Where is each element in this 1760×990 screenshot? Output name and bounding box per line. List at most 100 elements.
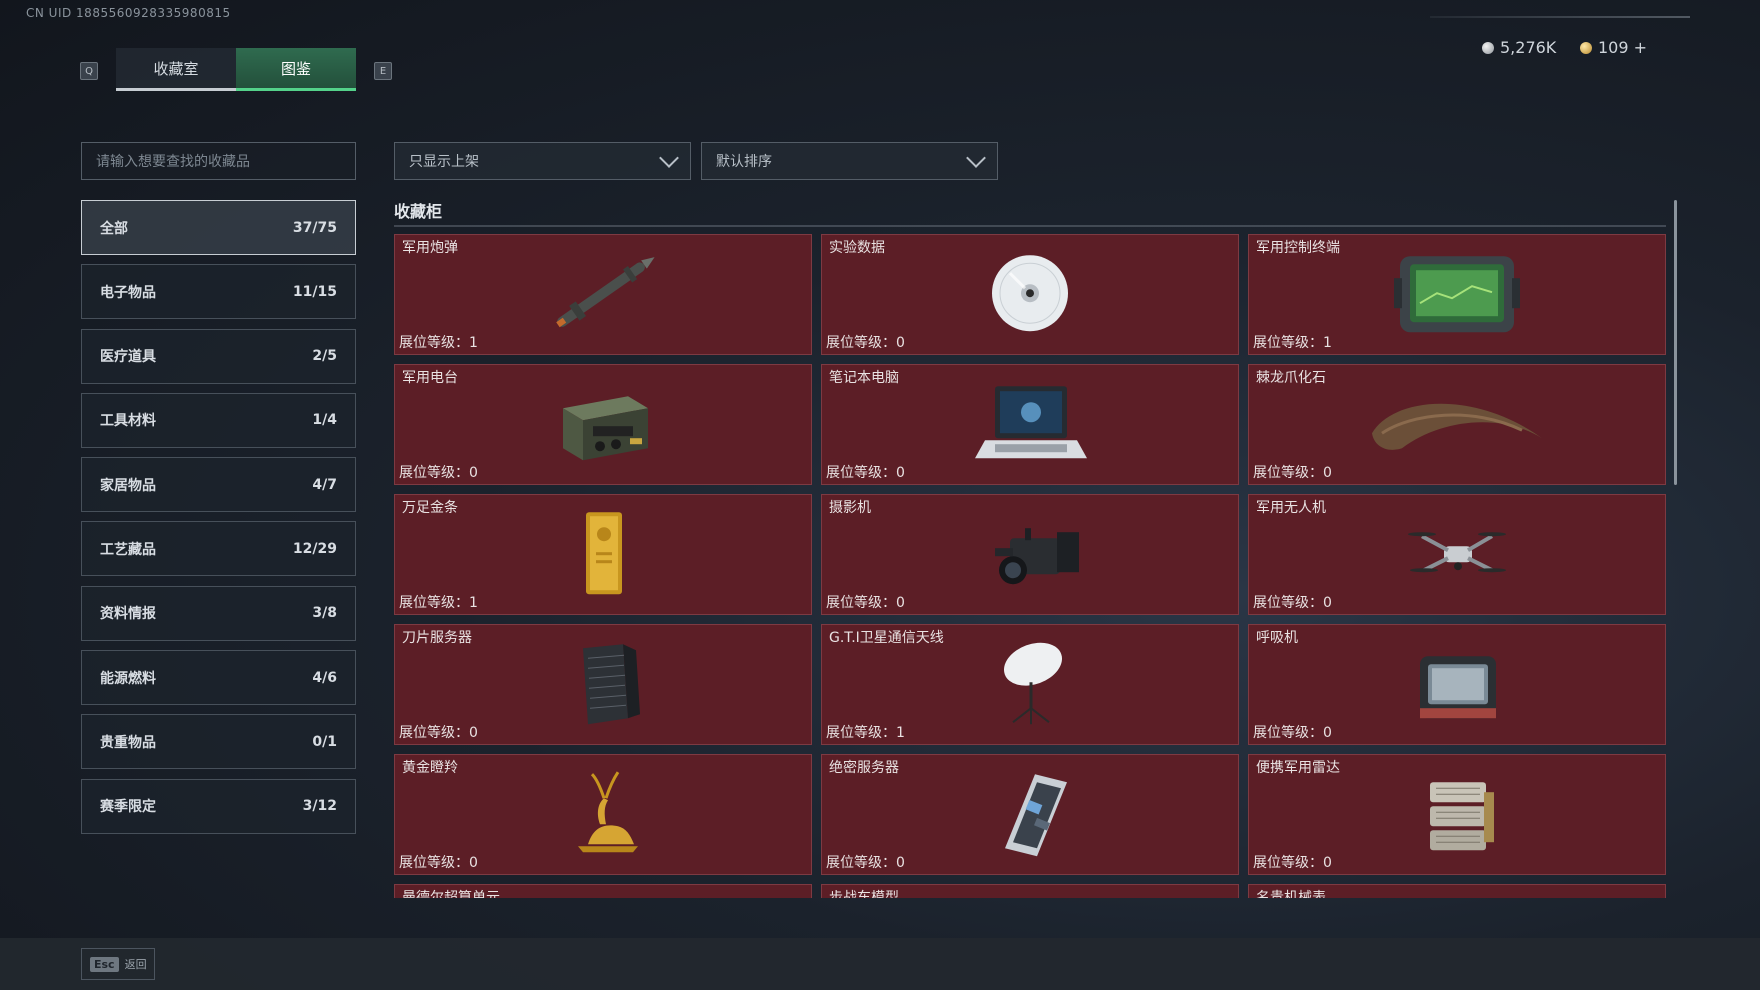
item-name: 黄金瞪羚 <box>402 760 458 776</box>
drone-icon <box>1392 508 1522 598</box>
collection-card[interactable]: 呼吸机 展位等级：0 <box>1248 624 1666 745</box>
collection-card[interactable]: 棘龙爪化石 展位等级：0 <box>1248 364 1666 485</box>
item-name: 实验数据 <box>829 240 885 256</box>
item-level: 展位等级：0 <box>826 462 905 482</box>
collection-card[interactable]: 军用电台 展位等级：0 <box>394 364 812 485</box>
item-level: 展位等级：0 <box>1253 852 1332 872</box>
key-e-hint: E <box>374 62 392 80</box>
level-value: 0 <box>896 595 905 611</box>
category-count: 4/6 <box>312 669 337 686</box>
category-item-energy[interactable]: 能源燃料 4/6 <box>81 650 356 706</box>
level-value: 0 <box>1323 465 1332 481</box>
missile-icon <box>538 248 668 338</box>
item-level: 展位等级：0 <box>399 462 478 482</box>
item-name: 军用炮弹 <box>402 240 458 256</box>
tab-collection-room[interactable]: 收藏室 <box>116 48 236 91</box>
level-value: 0 <box>469 725 478 741</box>
collection-card[interactable]: 绝密服务器 展位等级：0 <box>821 754 1239 875</box>
silver-amount: 5,276K <box>1500 38 1557 57</box>
disc-icon <box>965 248 1095 338</box>
category-item-all[interactable]: 全部 37/75 <box>81 200 356 255</box>
collection-card[interactable]: 步战车模型 <box>821 884 1239 898</box>
collection-grid-viewport[interactable]: 军用炮弹 展位等级：1 实验数据 展位等级：0 军用控制终端 展位等级：1 军用… <box>394 234 1666 898</box>
item-name: 军用无人机 <box>1256 500 1326 516</box>
category-item-valuables[interactable]: 贵重物品 0/1 <box>81 714 356 770</box>
category-item-household[interactable]: 家居物品 4/7 <box>81 457 356 513</box>
item-level: 展位等级：0 <box>826 592 905 612</box>
collection-card[interactable]: 便携军用雷达 展位等级：0 <box>1248 754 1666 875</box>
back-button[interactable]: Esc 返回 <box>81 948 155 980</box>
camera-icon <box>965 508 1095 598</box>
level-value: 1 <box>469 595 478 611</box>
category-item-intel[interactable]: 资料情报 3/8 <box>81 585 356 641</box>
collection-card[interactable]: 名贵机械表 <box>1248 884 1666 898</box>
collection-card[interactable]: 黄金瞪羚 展位等级：0 <box>394 754 812 875</box>
item-name: 万足金条 <box>402 500 458 516</box>
collection-card[interactable]: 曼德尔超算单元 <box>394 884 812 898</box>
category-label: 工具材料 <box>100 413 156 430</box>
item-name: 曼德尔超算单元 <box>402 890 500 898</box>
key-q-hint: Q <box>80 62 98 80</box>
laptop-icon <box>965 378 1095 468</box>
level-label: 展位等级： <box>826 595 896 611</box>
category-item-medical[interactable]: 医疗道具 2/5 <box>81 328 356 384</box>
level-value: 0 <box>1323 855 1332 871</box>
item-name: 军用电台 <box>402 370 458 386</box>
category-label: 资料情报 <box>100 606 156 623</box>
gold-coin-icon <box>1580 41 1592 54</box>
category-label: 工艺藏品 <box>100 541 156 558</box>
item-level: 展位等级：0 <box>1253 592 1332 612</box>
level-value: 0 <box>896 335 905 351</box>
category-label: 家居物品 <box>100 477 156 494</box>
level-label: 展位等级： <box>1253 725 1323 741</box>
footer-bar <box>0 938 1760 990</box>
gold-currency[interactable]: 109 + <box>1580 38 1647 57</box>
category-label: 全部 <box>100 220 128 237</box>
display-filter-dropdown[interactable]: 只显示上架 <box>394 142 691 180</box>
level-label: 展位等级： <box>826 335 896 351</box>
category-count: 0/1 <box>312 733 337 750</box>
item-name: 便携军用雷达 <box>1256 760 1340 776</box>
item-name: G.T.I卫星通信天线 <box>829 630 944 646</box>
top-tabs: 收藏室 图鉴 <box>116 48 356 91</box>
control-terminal-icon <box>1392 248 1522 338</box>
collection-card[interactable]: 笔记本电脑 展位等级：0 <box>821 364 1239 485</box>
category-label: 贵重物品 <box>100 734 156 751</box>
player-uid: CN UID 1885560928335980815 <box>26 6 231 20</box>
level-label: 展位等级： <box>399 465 469 481</box>
category-count: 3/12 <box>302 798 337 815</box>
collection-card[interactable]: 军用无人机 展位等级：0 <box>1248 494 1666 615</box>
tab-catalog[interactable]: 图鉴 <box>236 48 356 91</box>
level-label: 展位等级： <box>1253 595 1323 611</box>
collection-card[interactable]: 摄影机 展位等级：0 <box>821 494 1239 615</box>
item-name: 棘龙爪化石 <box>1256 370 1326 386</box>
golden-gazelle-icon <box>538 768 668 858</box>
category-item-tools[interactable]: 工具材料 1/4 <box>81 392 356 448</box>
search-input[interactable]: 请输入想要查找的收藏品 <box>81 142 356 180</box>
category-label: 能源燃料 <box>100 670 156 687</box>
item-level: 展位等级：0 <box>826 332 905 352</box>
item-name: 摄影机 <box>829 500 871 516</box>
level-value: 0 <box>469 855 478 871</box>
collection-card[interactable]: 军用控制终端 展位等级：1 <box>1248 234 1666 355</box>
item-name: 绝密服务器 <box>829 760 899 776</box>
level-value: 0 <box>896 855 905 871</box>
item-level: 展位等级：0 <box>1253 462 1332 482</box>
top-divider <box>1430 16 1690 18</box>
collection-card[interactable]: 军用炮弹 展位等级：1 <box>394 234 812 355</box>
category-item-electronics[interactable]: 电子物品 11/15 <box>81 264 356 320</box>
sort-dropdown[interactable]: 默认排序 <box>701 142 998 180</box>
level-label: 展位等级： <box>826 855 896 871</box>
collection-card[interactable]: 刀片服务器 展位等级：0 <box>394 624 812 745</box>
collection-card[interactable]: 实验数据 展位等级：0 <box>821 234 1239 355</box>
category-item-season-limited[interactable]: 赛季限定 3/12 <box>81 778 356 834</box>
category-item-crafts[interactable]: 工艺藏品 12/29 <box>81 521 356 577</box>
category-label: 赛季限定 <box>100 799 156 816</box>
level-value: 1 <box>896 725 905 741</box>
radio-icon <box>538 378 668 468</box>
level-value: 0 <box>896 465 905 481</box>
category-count: 3/8 <box>312 605 337 622</box>
collection-card[interactable]: G.T.I卫星通信天线 展位等级：1 <box>821 624 1239 745</box>
grid-scrollbar[interactable] <box>1674 200 1677 485</box>
collection-card[interactable]: 万足金条 展位等级：1 <box>394 494 812 615</box>
